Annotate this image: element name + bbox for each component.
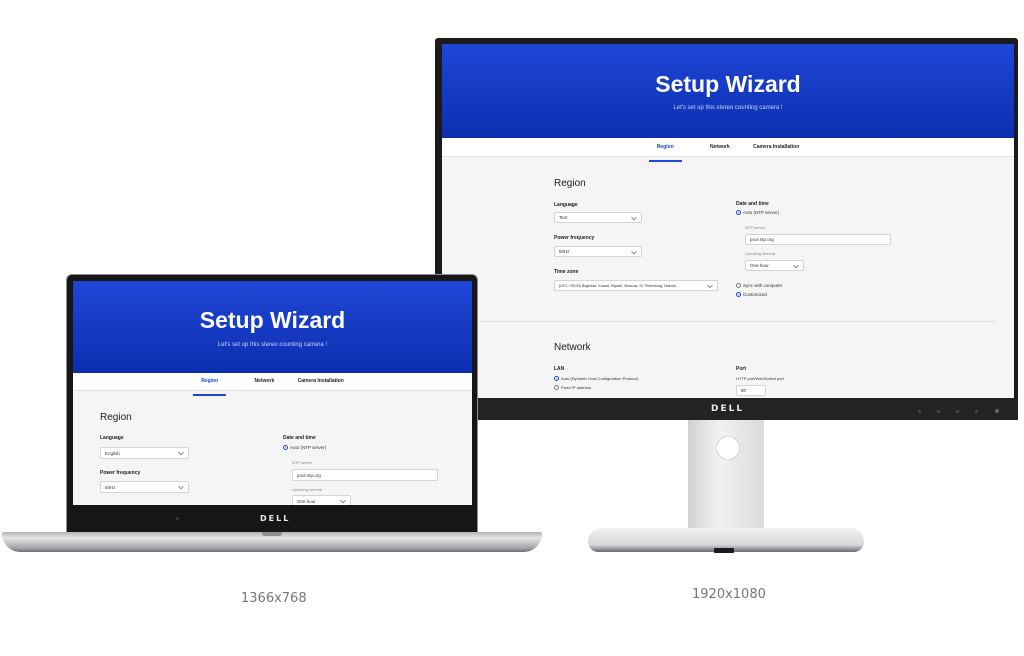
ntp-server-label: NTP server xyxy=(745,225,766,230)
monitor-button xyxy=(956,410,959,413)
monitor-button xyxy=(918,410,921,413)
chevron-down-icon xyxy=(793,262,799,268)
time-zone-value: (UTC +03:00) Baghdad, Kuwait, Riyadh, Mo… xyxy=(559,284,679,288)
power-frequency-value: 50Hz xyxy=(105,485,116,490)
power-frequency-label: Power frequency xyxy=(554,235,595,241)
hero-banner: Setup Wizard Let's set up this stereo co… xyxy=(73,281,472,373)
page-title: Setup Wizard xyxy=(199,307,346,333)
tab-region[interactable]: Region xyxy=(193,373,227,396)
wizard-content: Region Language Text Power frequency 50H… xyxy=(442,156,1014,398)
updating-interval-value: One hour xyxy=(297,499,316,504)
tab-camera-installation[interactable]: Camera Installation xyxy=(298,373,344,390)
caption-monitor-resolution: 1920x1080 xyxy=(692,587,766,602)
radio-auto-ntp[interactable]: Auto (NTP server) xyxy=(283,445,327,451)
power-frequency-select[interactable]: 50Hz xyxy=(554,246,642,257)
monitor-screen: Setup Wizard Let's set up this stereo co… xyxy=(442,44,1014,398)
section-title-region: Region xyxy=(100,412,132,423)
tab-network[interactable]: Network xyxy=(710,138,730,156)
port-label: Port xyxy=(736,366,746,372)
radio-unselected-icon xyxy=(736,283,741,289)
ntp-server-label: NTP server xyxy=(292,460,313,465)
page-subtitle: Let's set up this stereo counting camera… xyxy=(217,342,328,348)
language-select-value: Text xyxy=(559,215,568,220)
time-zone-select[interactable]: (UTC +03:00) Baghdad, Kuwait, Riyadh, Mo… xyxy=(554,280,718,291)
ntp-server-input[interactable]: pool.ntp.org xyxy=(745,234,891,245)
chevron-down-icon xyxy=(178,449,184,456)
wizard-tabs: Region Network Camera Installation xyxy=(442,138,1014,162)
http-port-input[interactable]: 80 xyxy=(736,385,766,396)
date-time-label: Date and time xyxy=(736,201,769,207)
radio-selected-icon xyxy=(736,210,741,216)
power-frequency-label: Power frequency xyxy=(100,470,141,476)
ntp-server-value: pool.ntp.org xyxy=(297,473,321,478)
radio-selected-icon xyxy=(554,376,559,382)
laptop-screen: Setup Wizard Let's set up this stereo co… xyxy=(73,281,472,505)
radio-auto-ntp-label: Auto (NTP server) xyxy=(290,445,327,450)
chevron-down-icon xyxy=(631,214,637,220)
http-port-value: 80 xyxy=(741,388,747,393)
caption-laptop-resolution: 1366x768 xyxy=(241,591,307,606)
tab-network[interactable]: Network xyxy=(255,373,275,390)
wizard-content: Region Language English Power frequency … xyxy=(73,390,472,505)
dell-logo: DELL xyxy=(260,514,291,523)
language-select-value: English xyxy=(105,451,120,456)
webcam-icon xyxy=(176,517,179,520)
tab-region[interactable]: Region xyxy=(648,138,682,162)
radio-selected-icon xyxy=(736,292,741,298)
tab-camera-installation[interactable]: Camera Installation xyxy=(753,138,799,156)
radio-customized[interactable]: Customized xyxy=(736,292,767,298)
radio-unselected-icon xyxy=(554,385,559,391)
radio-dhcp[interactable]: Auto (Dynamic Host Configuration Protoco… xyxy=(554,376,639,382)
page-subtitle: Let's set up this stereo counting camera… xyxy=(673,105,783,111)
language-select[interactable]: Text xyxy=(554,212,642,223)
laptop-notch xyxy=(262,532,282,536)
radio-auto-ntp[interactable]: Auto (NTP server) xyxy=(736,210,780,216)
language-label: Language xyxy=(100,435,124,441)
ntp-server-input[interactable]: pool.ntp.org xyxy=(292,469,438,481)
radio-fixed-ip-label: Fixed IP address xyxy=(561,385,591,390)
dell-logo: DELL xyxy=(711,404,745,414)
date-time-label: Date and time xyxy=(283,435,316,441)
page-title: Setup Wizard xyxy=(655,71,801,97)
updating-interval-value: One hour xyxy=(750,263,769,268)
chevron-down-icon xyxy=(631,248,637,254)
power-button xyxy=(995,409,999,413)
cable-hole xyxy=(716,436,740,460)
language-select[interactable]: English xyxy=(100,447,189,459)
updating-interval-select[interactable]: One hour xyxy=(292,495,351,505)
updating-interval-select[interactable]: One hour xyxy=(745,260,804,271)
updating-interval-label: Updating interval xyxy=(745,251,776,256)
monitor-button xyxy=(937,410,940,413)
power-frequency-select[interactable]: 50Hz xyxy=(100,481,189,493)
radio-sync-computer-label: Sync with computer xyxy=(743,283,783,288)
ntp-server-value: pool.ntp.org xyxy=(750,237,774,242)
monitor-stand-foot xyxy=(714,548,734,553)
section-title-network: Network xyxy=(554,342,591,353)
radio-auto-ntp-label: Auto (NTP server) xyxy=(743,210,780,215)
chevron-down-icon xyxy=(340,497,346,504)
http-port-label: HTTP port/WebSocket port xyxy=(736,376,784,381)
chevron-down-icon xyxy=(707,282,713,288)
radio-dhcp-label: Auto (Dynamic Host Configuration Protoco… xyxy=(561,376,639,381)
radio-sync-computer[interactable]: Sync with computer xyxy=(736,283,783,289)
chevron-down-icon xyxy=(178,483,184,490)
section-title-region: Region xyxy=(554,178,586,189)
section-divider xyxy=(480,321,996,322)
hero-banner: Setup Wizard Let's set up this stereo co… xyxy=(442,44,1014,138)
monitor-button xyxy=(975,410,978,413)
power-frequency-value: 50Hz xyxy=(559,249,570,254)
lan-label: LAN xyxy=(554,366,565,372)
radio-fixed-ip[interactable]: Fixed IP address xyxy=(554,385,591,391)
radio-customized-label: Customized xyxy=(743,292,767,297)
updating-interval-label: Updating interval xyxy=(292,487,323,492)
wizard-tabs: Region Network Camera Installation xyxy=(73,373,472,396)
language-label: Language xyxy=(554,202,578,208)
radio-selected-icon xyxy=(283,445,288,451)
time-zone-label: Time zone xyxy=(554,269,579,275)
